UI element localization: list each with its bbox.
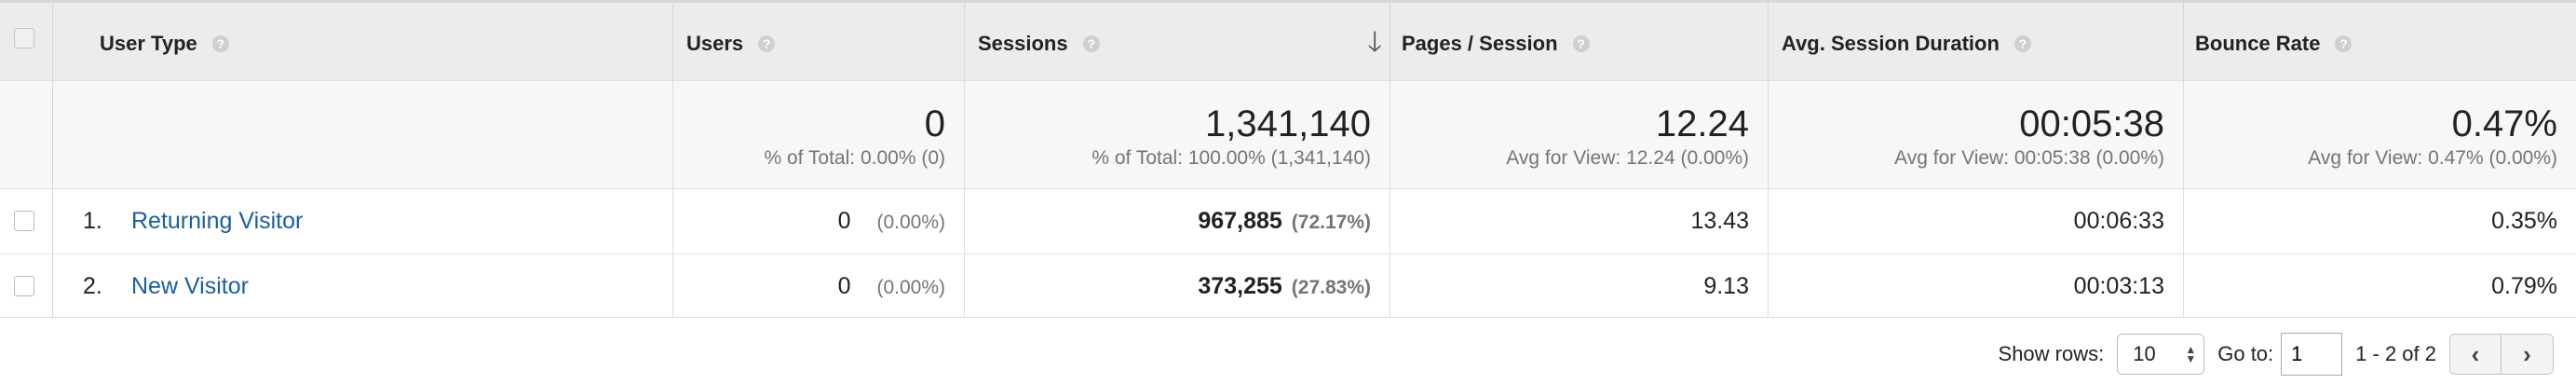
row-sessions-cell: 373,255 (27.83%): [964, 254, 1390, 317]
show-rows-label: Show rows:: [1998, 342, 2105, 365]
total-bounce-rate-value: 0.47%: [2451, 103, 2557, 144]
table-header-row: User Type ? Users ? Sessions ? 🡓 Pages /…: [0, 0, 2576, 80]
row-avg-session-duration-cell: 00:06:33: [1768, 189, 2183, 254]
row-select-cell: [0, 189, 52, 254]
sessions-percent: (72.17%): [1291, 212, 1371, 233]
avg-session-duration-value: 00:03:13: [2073, 273, 2164, 299]
goto-label: Go to:: [2217, 342, 2274, 365]
select-all-checkbox[interactable]: [14, 28, 34, 48]
row-number: 2.: [83, 273, 102, 299]
sort-descending-icon[interactable]: 🡓: [1367, 29, 1382, 57]
row-avg-session-duration-cell: 00:03:13: [1768, 254, 2183, 317]
help-icon[interactable]: ?: [1572, 35, 1590, 52]
sessions-value: 373,255: [1198, 273, 1282, 299]
header-avg-session-duration-label: Avg. Session Duration: [1782, 32, 2000, 55]
pager-buttons: ‹ ›: [2449, 334, 2554, 375]
row-dimension-cell: 2. New Visitor: [52, 254, 672, 317]
chevron-right-icon: ›: [2523, 339, 2531, 368]
header-pages-per-session[interactable]: Pages / Session ?: [1390, 3, 1768, 80]
total-pages-per-session-value: 12.24: [1655, 103, 1749, 144]
page-range-text: 1 - 2 of 2: [2355, 342, 2436, 365]
row-users-value: 0 (0.00%): [838, 273, 945, 300]
row-users-cell: 0 (0.00%): [672, 189, 964, 254]
bounce-rate-value: 0.35%: [2491, 208, 2557, 234]
header-users[interactable]: Users ?: [672, 3, 964, 80]
header-user-type[interactable]: User Type ?: [52, 3, 672, 80]
total-avg-session-duration-subtext: Avg for View: 00:05:38 (0.00%): [1894, 147, 2164, 169]
help-icon[interactable]: ?: [758, 35, 776, 52]
row-number: 1.: [83, 208, 102, 234]
header-bounce-rate-label: Bounce Rate: [2195, 32, 2321, 55]
goto-page-input[interactable]: [2281, 333, 2343, 376]
header-user-type-label: User Type: [100, 32, 197, 55]
total-bounce-rate-subtext: Avg for View: 0.47% (0.00%): [2308, 147, 2557, 169]
row-dimension-cell: 1. Returning Visitor: [52, 189, 672, 254]
help-icon[interactable]: ?: [1082, 35, 1100, 52]
avg-session-duration-value: 00:06:33: [2073, 208, 2164, 234]
show-rows-value: 10: [2133, 342, 2156, 365]
row-bounce-rate-cell: 0.79%: [2183, 254, 2576, 317]
totals-dimension-cell: [52, 81, 672, 188]
total-users-subtext: % of Total: 0.00% (0): [764, 147, 945, 169]
row-users-cell: 0 (0.00%): [672, 254, 964, 317]
row-checkbox[interactable]: [14, 276, 34, 296]
row-sessions-cell: 967,885 (72.17%): [964, 189, 1390, 254]
total-avg-session-duration-cell: 00:05:38 Avg for View: 00:05:38 (0.00%): [1768, 81, 2183, 188]
row-checkbox[interactable]: [14, 211, 34, 231]
previous-page-button[interactable]: ‹: [2449, 334, 2501, 375]
row-pages-per-session-cell: 13.43: [1390, 189, 1768, 254]
row-bounce-rate-cell: 0.35%: [2183, 189, 2576, 254]
header-bounce-rate[interactable]: Bounce Rate ?: [2183, 3, 2576, 80]
header-sessions-label: Sessions: [978, 32, 1068, 55]
pagination-bar: Show rows: 10 ▲▼ Go to: 1 - 2 of 2 ‹ ›: [1999, 331, 2576, 377]
bounce-rate-value: 0.79%: [2491, 273, 2557, 299]
row-sessions-value: 967,885 (72.17%): [1198, 208, 1371, 235]
totals-row: 0 % of Total: 0.00% (0) 1,341,140 % of T…: [0, 80, 2576, 188]
dimension-link-returning-visitor[interactable]: Returning Visitor: [131, 208, 303, 235]
users-value: 0: [837, 273, 851, 299]
total-pages-per-session-cell: 12.24 Avg for View: 12.24 (0.00%): [1390, 81, 1768, 188]
table-row: 1. Returning Visitor 0 (0.00%) 967,885 (72…: [0, 188, 2576, 254]
sessions-percent: (27.83%): [1291, 277, 1371, 298]
table-row: 2. New Visitor 0 (0.00%) 373,255 (27.83%) …: [0, 254, 2576, 318]
total-bounce-rate-cell: 0.47% Avg for View: 0.47% (0.00%): [2183, 81, 2576, 188]
sessions-value: 967,885: [1198, 208, 1282, 234]
help-icon[interactable]: ?: [211, 35, 229, 52]
next-page-button[interactable]: ›: [2501, 334, 2554, 375]
total-sessions-subtext: % of Total: 100.00% (1,341,140): [1091, 147, 1371, 169]
users-percent: (0.00%): [876, 212, 945, 233]
total-avg-session-duration-value: 00:05:38: [2019, 103, 2164, 144]
totals-spacer: [0, 81, 52, 188]
row-sessions-value: 373,255 (27.83%): [1198, 273, 1371, 300]
header-avg-session-duration[interactable]: Avg. Session Duration ?: [1768, 3, 2183, 80]
select-all-cell: [0, 3, 52, 80]
dimension-link-new-visitor[interactable]: New Visitor: [131, 273, 249, 300]
row-users-value: 0 (0.00%): [838, 208, 945, 235]
help-icon[interactable]: ?: [2335, 35, 2352, 52]
users-value: 0: [837, 208, 851, 234]
total-pages-per-session-subtext: Avg for View: 12.24 (0.00%): [1506, 147, 1749, 169]
users-percent: (0.00%): [876, 277, 945, 298]
total-users-value: 0: [924, 103, 945, 144]
pages-per-session-value: 13.43: [1690, 208, 1749, 234]
help-icon[interactable]: ?: [2013, 35, 2031, 52]
chevron-left-icon: ‹: [2471, 339, 2480, 368]
total-sessions-cell: 1,341,140 % of Total: 100.00% (1,341,140…: [964, 81, 1390, 188]
select-arrows-icon: ▲ ▼: [2185, 343, 2197, 365]
row-pages-per-session-cell: 9.13: [1390, 254, 1768, 317]
total-sessions-value: 1,341,140: [1205, 103, 1371, 144]
header-pages-per-session-label: Pages / Session: [1402, 32, 1558, 55]
report-table: User Type ? Users ? Sessions ? 🡓 Pages /…: [0, 0, 2576, 318]
header-sessions[interactable]: Sessions ? 🡓: [964, 3, 1390, 80]
total-users-cell: 0 % of Total: 0.00% (0): [672, 81, 964, 188]
show-rows-select[interactable]: 10 ▲ ▼: [2117, 334, 2205, 375]
row-select-cell: [0, 254, 52, 317]
header-users-label: Users: [686, 32, 744, 55]
pages-per-session-value: 9.13: [1703, 273, 1749, 299]
